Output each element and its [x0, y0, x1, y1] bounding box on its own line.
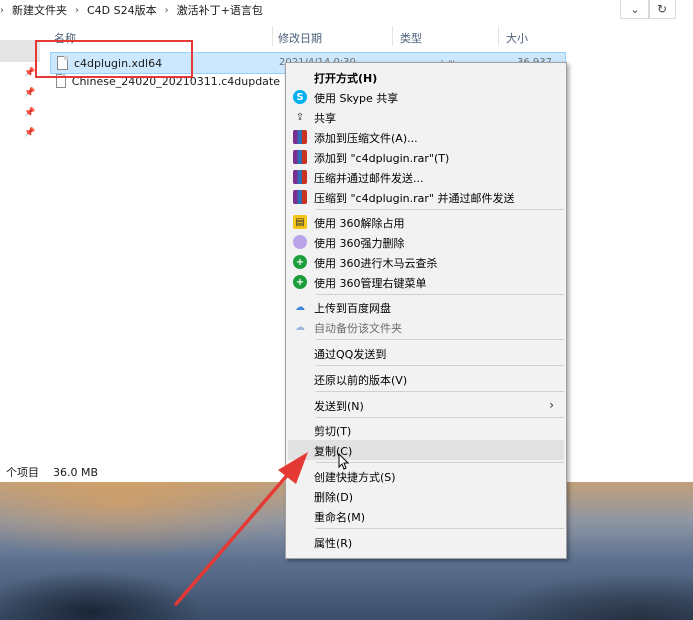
arrow-annotation [174, 452, 308, 606]
arrow-shaft [174, 470, 292, 606]
